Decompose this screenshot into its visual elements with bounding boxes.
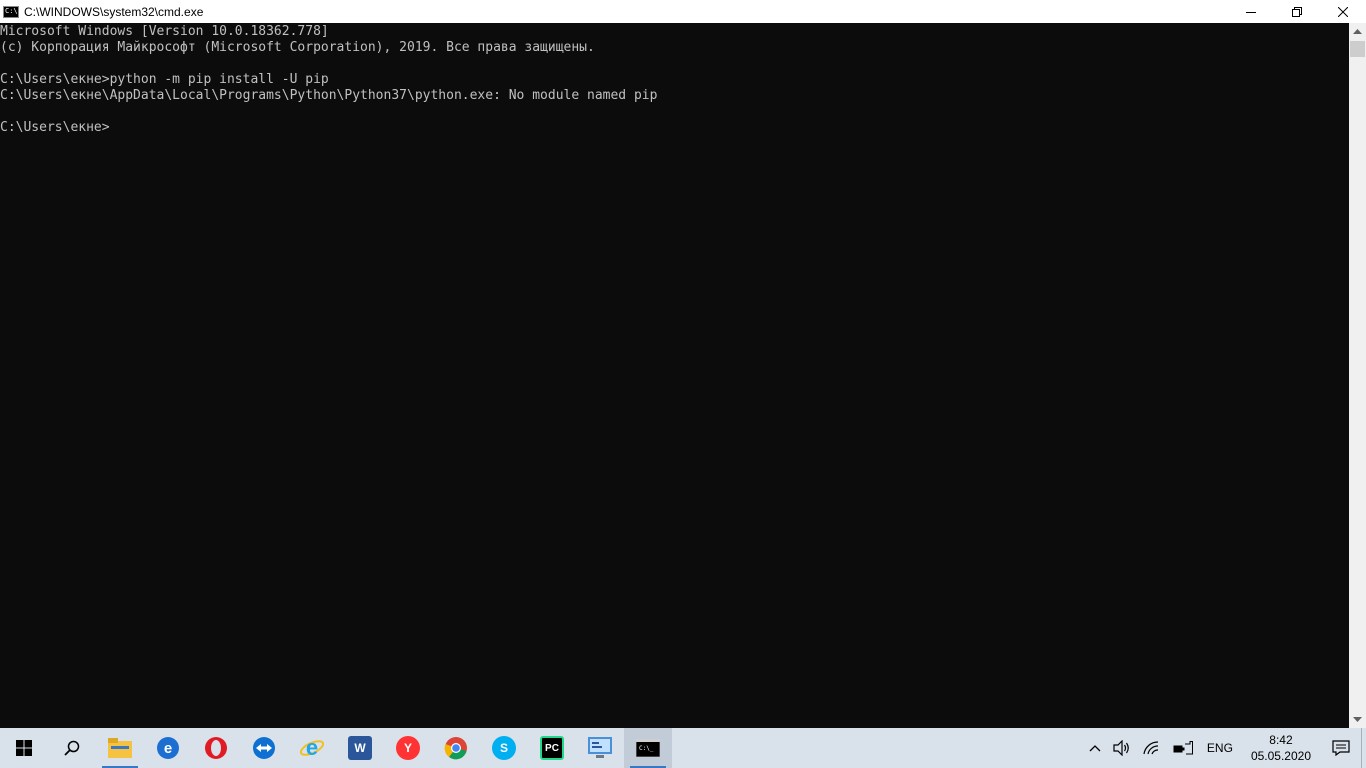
console-line: Microsoft Windows [Version 10.0.18362.77… — [0, 24, 329, 39]
taskbar-app-yandex-browser[interactable]: Y — [384, 728, 432, 768]
battery-charging-icon — [1173, 741, 1193, 755]
input-language-button[interactable]: ENG — [1199, 728, 1241, 768]
restore-button[interactable] — [1274, 0, 1320, 23]
taskbar-app-cmd[interactable]: C:\_ — [624, 728, 672, 768]
word-icon: W — [348, 736, 372, 760]
console-prompt[interactable]: C:\Users\екне> — [0, 120, 110, 135]
taskbar-app-opera[interactable] — [192, 728, 240, 768]
show-hidden-icons-button[interactable] — [1083, 728, 1107, 768]
notification-icon — [1332, 740, 1350, 756]
file-explorer-icon — [108, 738, 132, 758]
scroll-down-button[interactable] — [1349, 711, 1366, 728]
skype-icon: S — [492, 736, 516, 760]
scroll-up-button[interactable] — [1349, 23, 1366, 40]
console-line: (c) Корпорация Майкрософт (Microsoft Cor… — [0, 40, 595, 55]
taskbar-app-internet-explorer[interactable]: e — [288, 728, 336, 768]
scrollbar-thumb[interactable] — [1350, 41, 1365, 57]
taskbar-app-control-panel[interactable] — [576, 728, 624, 768]
clock-date: 05.05.2020 — [1250, 749, 1311, 763]
internet-explorer-icon: e — [300, 736, 324, 760]
start-button[interactable] — [0, 728, 48, 768]
minimize-icon — [1246, 11, 1256, 13]
title-bar[interactable]: C:\ C:\WINDOWS\system32\cmd.exe — [0, 0, 1366, 23]
opera-icon — [205, 737, 227, 759]
taskbar: e e W Y S PC C:\_ ENG 8:42 05.05.2020 — [0, 728, 1366, 768]
console-line: C:\Users\екне>python -m pip install -U p… — [0, 72, 329, 87]
windows-logo-icon — [16, 740, 32, 756]
taskbar-app-teamviewer[interactable] — [240, 728, 288, 768]
chevron-up-icon — [1353, 29, 1362, 34]
taskbar-app-word[interactable]: W — [336, 728, 384, 768]
taskbar-app-edge[interactable]: e — [144, 728, 192, 768]
chevron-down-icon — [1353, 717, 1362, 722]
taskbar-app-chrome[interactable] — [432, 728, 480, 768]
clock-button[interactable]: 8:42 05.05.2020 — [1241, 732, 1321, 764]
system-tray: ENG 8:42 05.05.2020 — [1083, 728, 1366, 768]
svg-text:e: e — [306, 736, 318, 760]
close-button[interactable] — [1320, 0, 1366, 23]
power-button[interactable] — [1167, 728, 1199, 768]
console-line: C:\Users\екне\AppData\Local\Programs\Pyt… — [0, 88, 658, 103]
action-center-button[interactable] — [1321, 728, 1361, 768]
show-desktop-button[interactable] — [1361, 728, 1366, 768]
pycharm-icon: PC — [540, 736, 564, 760]
window-title: C:\WINDOWS\system32\cmd.exe — [24, 4, 204, 19]
vertical-scrollbar[interactable] — [1349, 23, 1366, 728]
svg-text:e: e — [164, 740, 172, 757]
search-button[interactable] — [48, 728, 96, 768]
minimize-button[interactable] — [1228, 0, 1274, 23]
cmd-window-icon[interactable]: C:\ — [3, 5, 19, 18]
teamviewer-icon — [253, 737, 275, 759]
console-output[interactable]: Microsoft Windows [Version 10.0.18362.77… — [0, 23, 1349, 728]
svg-text:C:\_: C:\_ — [639, 745, 654, 752]
clock-time: 8:42 — [1269, 733, 1293, 747]
network-button[interactable] — [1137, 728, 1167, 768]
console-text: Microsoft Windows [Version 10.0.18362.77… — [0, 23, 1349, 136]
edge-icon: e — [157, 737, 179, 759]
close-icon — [1338, 6, 1348, 17]
restore-icon — [1292, 6, 1302, 17]
taskbar-app-pycharm[interactable]: PC — [528, 728, 576, 768]
taskbar-app-file-explorer[interactable] — [96, 728, 144, 768]
volume-button[interactable] — [1107, 728, 1137, 768]
volume-icon — [1113, 740, 1129, 756]
search-icon — [64, 740, 80, 756]
yandex-browser-icon: Y — [396, 736, 420, 760]
cmd-window-icon-label: C:\ — [5, 6, 18, 15]
chrome-icon — [444, 737, 467, 760]
chevron-up-icon — [1089, 745, 1101, 752]
cmd-icon: C:\_ — [636, 739, 660, 757]
wifi-icon — [1143, 741, 1158, 755]
control-panel-icon — [588, 737, 612, 758]
taskbar-app-skype[interactable]: S — [480, 728, 528, 768]
window-controls — [1228, 0, 1366, 23]
